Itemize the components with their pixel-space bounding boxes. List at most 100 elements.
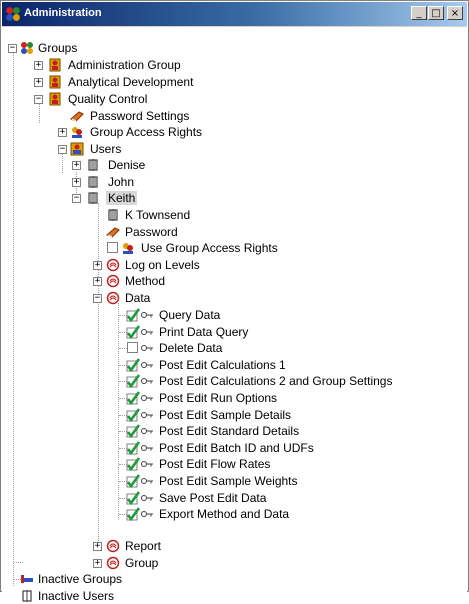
node-label: Report xyxy=(125,539,162,553)
check-icon[interactable] xyxy=(126,308,140,322)
user-icon xyxy=(86,158,100,172)
node-label: Password xyxy=(125,225,178,239)
tree-node-use-group-access-rights[interactable]: Use Group Access Rights xyxy=(2,240,302,256)
node-label: Groups xyxy=(38,41,78,55)
node-label: Post Edit Calculations 1 xyxy=(159,357,286,372)
inactive-users-icon xyxy=(20,589,34,603)
tree-node-k-townsend[interactable]: K Townsend xyxy=(2,207,252,223)
expand-toggle[interactable]: + xyxy=(93,261,102,270)
tree-node-group-access-rights[interactable]: + Group Access Rights xyxy=(2,124,252,140)
expand-toggle[interactable]: + xyxy=(93,542,102,551)
node-label: Post Edit Sample Weights xyxy=(159,474,298,488)
tree-line xyxy=(119,348,127,350)
data-permission-item[interactable]: Post Edit Calculations 2 and Group Setti… xyxy=(2,373,402,389)
permissions-tree[interactable]: − Groups + Administration Group + Analyt… xyxy=(2,26,467,603)
check-icon[interactable] xyxy=(126,374,140,388)
data-permission-item[interactable]: Post Edit Sample Weights xyxy=(2,473,402,489)
check-icon[interactable] xyxy=(126,474,140,488)
title-bar[interactable]: Administration _ □ × xyxy=(2,2,467,26)
node-label: Quality Control xyxy=(68,92,148,106)
data-permission-item[interactable]: Post Edit Batch ID and UDFs xyxy=(2,440,402,456)
data-permission-item[interactable]: Save Post Edit Data xyxy=(2,490,402,506)
data-permission-item[interactable]: Post Edit Sample Details xyxy=(2,407,402,423)
node-label: Denise xyxy=(108,158,146,172)
node-label: Group Access Rights xyxy=(90,125,203,139)
tree-node-log-on-levels[interactable]: + Log on Levels xyxy=(2,257,252,273)
inactive-groups-icon xyxy=(20,572,34,586)
window-title: Administration xyxy=(24,7,102,19)
node-label: Post Edit Flow Rates xyxy=(159,457,271,472)
expand-toggle[interactable]: + xyxy=(93,559,102,568)
tree-node-inactive-groups[interactable]: Inactive Groups xyxy=(2,571,252,587)
node-label: Group xyxy=(125,556,159,570)
data-permission-item[interactable]: Query Data xyxy=(2,307,402,323)
node-label: Log on Levels xyxy=(125,258,200,272)
tree-node-password-settings[interactable]: Password Settings xyxy=(2,108,252,124)
maximize-button[interactable]: □ xyxy=(428,6,444,20)
key-icon xyxy=(140,374,154,388)
check-icon[interactable] xyxy=(126,408,140,422)
permission-folder-icon xyxy=(106,258,120,272)
data-permission-item[interactable]: Print Data Query xyxy=(2,324,402,340)
expand-toggle[interactable]: + xyxy=(72,178,81,187)
tree-node-denise[interactable]: + Denise xyxy=(2,157,252,173)
permission-folder-icon xyxy=(106,291,120,305)
expand-toggle[interactable]: + xyxy=(93,277,102,286)
tree-node-report[interactable]: + Report xyxy=(2,538,252,554)
node-label-selected: Keith xyxy=(106,191,138,205)
check-icon[interactable] xyxy=(126,507,140,521)
tree-node-method[interactable]: + Method xyxy=(2,273,252,289)
app-icon xyxy=(5,6,21,22)
data-permission-item[interactable]: Post Edit Flow Rates xyxy=(2,456,402,472)
tree-node-administration-group[interactable]: + Administration Group xyxy=(2,57,252,73)
node-label: Use Group Access Rights xyxy=(141,241,278,255)
check-icon[interactable] xyxy=(126,325,140,339)
tree-node-group[interactable]: + Group xyxy=(2,555,252,571)
check-icon[interactable] xyxy=(126,358,140,372)
collapse-toggle[interactable]: − xyxy=(58,145,67,154)
check-icon[interactable] xyxy=(126,424,140,438)
node-label: Post Edit Standard Details xyxy=(159,424,300,439)
key-icon xyxy=(140,325,154,339)
key-icon xyxy=(140,308,154,322)
check-icon[interactable] xyxy=(126,491,140,505)
use-group-access-checkbox[interactable] xyxy=(107,242,118,253)
user-icon xyxy=(86,191,100,205)
user-icon xyxy=(106,208,120,222)
node-label: Save Post Edit Data xyxy=(159,490,267,505)
collapse-toggle[interactable]: − xyxy=(72,194,81,203)
expand-toggle[interactable]: + xyxy=(72,161,81,170)
unchecked-checkbox[interactable] xyxy=(127,342,138,354)
tree-node-analytical-development[interactable]: + Analytical Development xyxy=(2,74,252,90)
data-permission-item[interactable]: Export Method and Data xyxy=(2,506,402,522)
collapse-toggle[interactable]: − xyxy=(34,95,43,104)
check-icon[interactable] xyxy=(126,441,140,455)
tree-node-data[interactable]: − Data xyxy=(2,290,252,306)
check-icon[interactable] xyxy=(126,391,140,405)
password-icon xyxy=(70,109,84,123)
node-label: Inactive Users xyxy=(38,589,115,603)
tree-node-users[interactable]: − Users xyxy=(2,141,252,157)
key-icon xyxy=(140,441,154,455)
node-label: Data xyxy=(125,291,151,305)
check-icon[interactable] xyxy=(126,457,140,471)
tree-node-john[interactable]: + John xyxy=(2,174,252,190)
data-permission-item[interactable]: Delete Data xyxy=(2,340,402,356)
data-permission-item[interactable]: Post Edit Run Options xyxy=(2,390,402,406)
expand-toggle[interactable]: + xyxy=(34,78,43,87)
expand-toggle[interactable]: + xyxy=(34,61,43,70)
minimize-button[interactable]: _ xyxy=(411,6,427,20)
expand-toggle[interactable]: + xyxy=(58,128,67,137)
collapse-toggle[interactable]: − xyxy=(8,44,17,53)
tree-node-inactive-users[interactable]: Inactive Users xyxy=(2,588,252,604)
node-label: Analytical Development xyxy=(68,75,194,89)
data-permission-item[interactable]: Post Edit Calculations 1 xyxy=(2,357,402,373)
collapse-toggle[interactable]: − xyxy=(93,294,102,303)
tree-node-groups[interactable]: − Groups xyxy=(2,40,202,56)
data-permission-item[interactable]: Post Edit Standard Details xyxy=(2,423,402,439)
close-button[interactable]: × xyxy=(447,6,463,20)
tree-node-quality-control[interactable]: − Quality Control xyxy=(2,91,252,107)
key-icon xyxy=(140,457,154,471)
tree-node-keith[interactable]: − Keith xyxy=(2,190,252,206)
tree-node-password[interactable]: Password xyxy=(2,224,252,240)
